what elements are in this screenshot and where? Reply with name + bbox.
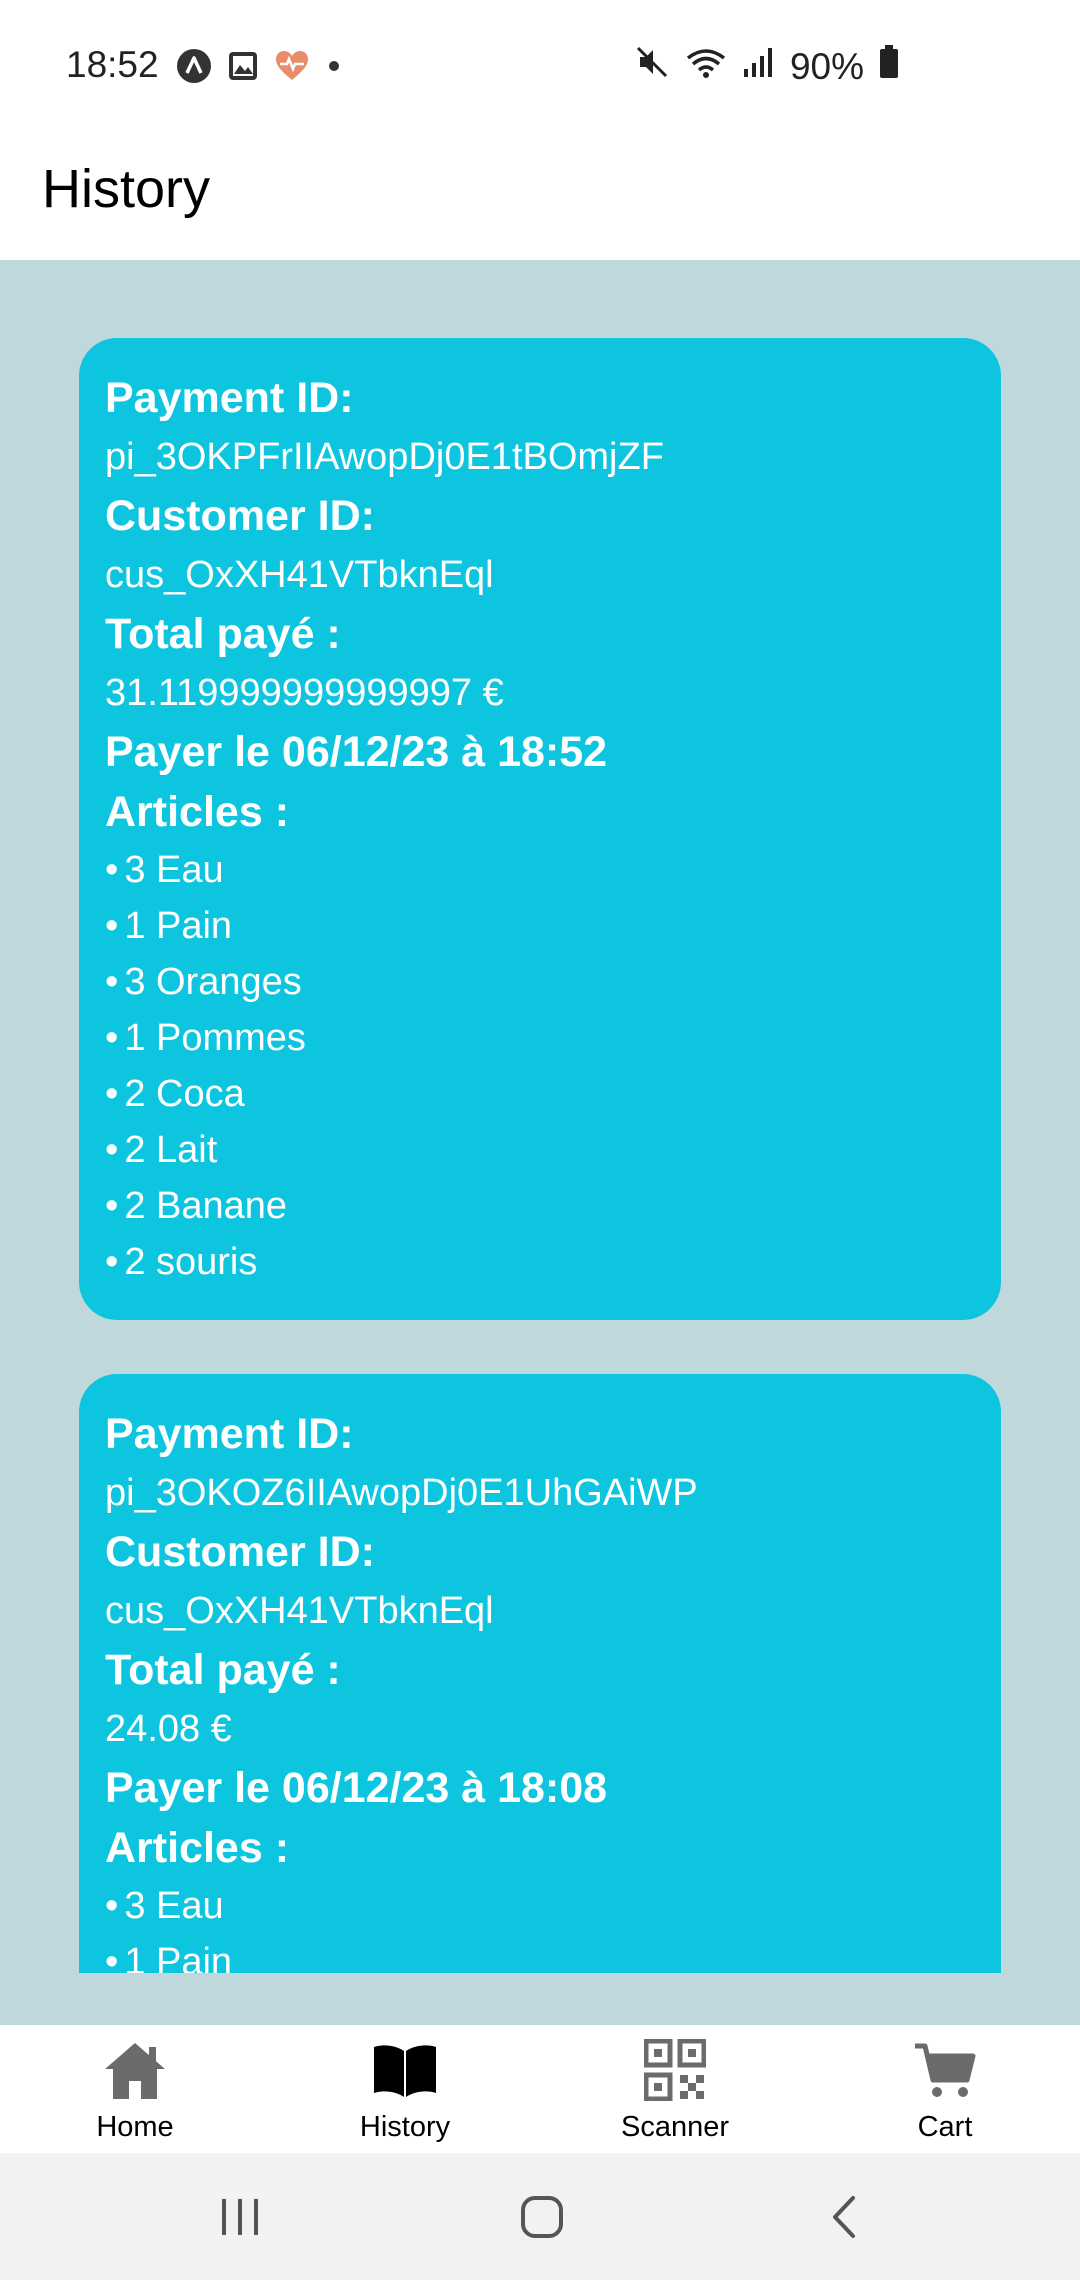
qr-code-icon <box>640 2037 710 2103</box>
articles-label: Articles : <box>105 788 290 836</box>
article-text: 1 Pommes <box>124 1017 306 1059</box>
articles-list: • 3 Eau • 1 Pain <box>105 1878 975 1973</box>
article-item: • 1 Pain <box>105 1934 975 1973</box>
book-icon <box>370 2037 440 2103</box>
wifi-icon <box>684 44 728 89</box>
home-system-button[interactable] <box>512 2187 572 2247</box>
article-item: • 3 Oranges <box>105 961 302 1003</box>
health-heart-icon <box>274 50 310 87</box>
article-text: 2 Coca <box>124 1073 245 1115</box>
article-item: • 2 Lait <box>105 1129 218 1171</box>
nav-label-history: History <box>359 2111 451 2143</box>
payment-id-label: Payment ID: <box>105 374 354 422</box>
page-title: History <box>42 159 211 219</box>
article-text: 1 Pain <box>124 1941 233 1973</box>
payment-id-value: pi_3OKOZ6IIAwopDj0E1UhGAiWP <box>105 1472 698 1514</box>
app-bar: History <box>0 130 1080 260</box>
nav-label-home: Home <box>96 2111 174 2143</box>
customer-id-label: Customer ID: <box>105 492 375 540</box>
total-label: Total payé : <box>105 610 341 658</box>
payment-id-label: Payment ID: <box>105 1410 354 1458</box>
article-item: • 3 Eau <box>105 849 224 891</box>
battery-icon <box>878 44 900 89</box>
article-item: • 2 souris <box>105 1241 258 1283</box>
article-item: • 1 Pommes <box>105 1017 306 1059</box>
status-notification-icons <box>176 48 344 89</box>
history-list[interactable]: Payment ID: pi_3OKPFrIIAwopDj0E1tBOmjZF … <box>0 260 1080 2025</box>
nav-label-cart: Cart <box>917 2111 973 2143</box>
payment-card: Payment ID: pi_3OKPFrIIAwopDj0E1tBOmjZF … <box>79 338 1001 1320</box>
nav-item-scanner[interactable]: Scanner <box>540 2025 810 2153</box>
total-label: Total payé : <box>105 1646 341 1694</box>
dot-icon <box>324 56 344 81</box>
gallery-icon <box>226 49 260 88</box>
mute-icon <box>634 44 670 89</box>
bottom-navigation: Home History Scanner Cart <box>0 2025 1080 2153</box>
cart-icon <box>910 2037 980 2103</box>
home-circle-icon <box>521 2196 563 2238</box>
status-time: 18:52 <box>66 44 159 85</box>
signal-icon <box>742 45 776 88</box>
article-text: 2 souris <box>124 1241 258 1283</box>
status-bar: 18:52 90% <box>0 0 1080 130</box>
nav-label-scanner: Scanner <box>620 2111 729 2143</box>
recent-apps-button[interactable] <box>210 2187 270 2247</box>
article-item: • 2 Banane <box>105 1185 288 1227</box>
app-a-icon <box>176 48 212 89</box>
payment-id-value: pi_3OKPFrIIAwopDj0E1tBOmjZF <box>105 436 664 478</box>
article-item: • 3 Eau <box>105 1885 224 1927</box>
battery-percent: 90% <box>789 45 864 87</box>
customer-id-value: cus_OxXH41VTbknEql <box>105 554 494 596</box>
customer-id-value: cus_OxXH41VTbknEql <box>105 1590 494 1632</box>
nav-item-home[interactable]: Home <box>0 2025 270 2153</box>
payment-date: Payer le 06/12/23 à 18:08 <box>105 1764 608 1812</box>
back-button[interactable] <box>815 2187 875 2247</box>
back-chevron-icon <box>833 2196 855 2238</box>
system-navigation-bar <box>0 2153 1080 2280</box>
article-text: 3 Eau <box>124 849 224 891</box>
article-text: 1 Pain <box>124 905 233 947</box>
status-system-icons: 90% <box>634 44 900 89</box>
recent-apps-icon <box>222 2199 258 2235</box>
nav-item-cart[interactable]: Cart <box>810 2025 1080 2153</box>
payment-card: Payment ID: pi_3OKOZ6IIAwopDj0E1UhGAiWP … <box>79 1374 1001 1973</box>
article-item: • 2 Coca <box>105 1073 245 1115</box>
customer-id-label: Customer ID: <box>105 1528 375 1576</box>
article-text: 2 Lait <box>124 1129 218 1171</box>
article-text: 3 Eau <box>124 1885 224 1927</box>
payment-date: Payer le 06/12/23 à 18:52 <box>105 728 608 776</box>
nav-item-history[interactable]: History <box>270 2025 540 2153</box>
total-value: 24.08 € <box>105 1708 232 1750</box>
article-text: 3 Oranges <box>124 961 302 1003</box>
total-value: 31.119999999999997 € <box>105 672 504 714</box>
article-text: 2 Banane <box>124 1185 288 1227</box>
articles-label: Articles : <box>105 1824 290 1872</box>
home-icon <box>100 2037 170 2103</box>
history-list-viewport: Payment ID: pi_3OKPFrIIAwopDj0E1tBOmjZF … <box>0 260 1080 1973</box>
articles-list: • 3 Eau • 1 Pain • 3 Oranges • 1 Pommes • 2 C… <box>105 842 975 1290</box>
article-item: • 1 Pain <box>105 905 233 947</box>
